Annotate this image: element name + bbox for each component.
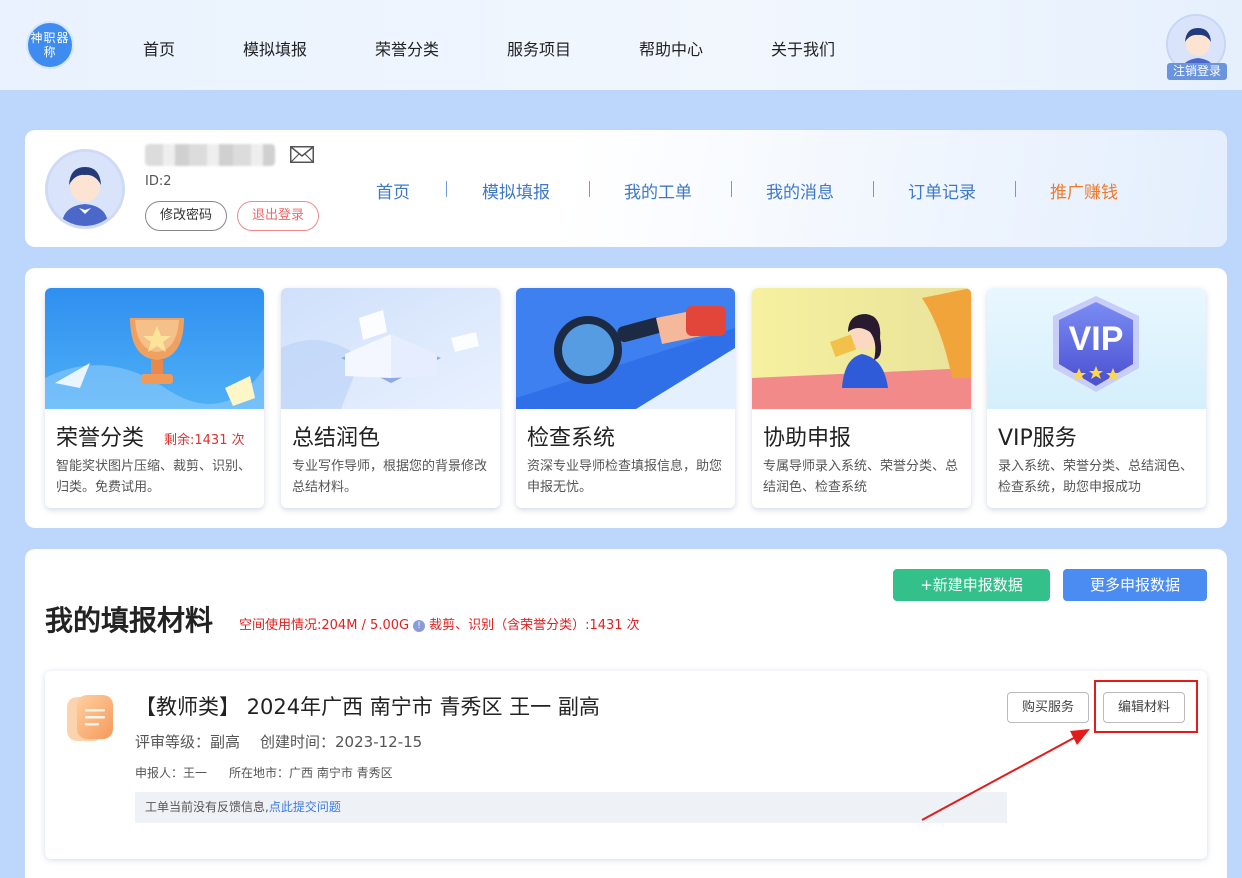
profile-avatar — [45, 149, 125, 229]
service-card-check[interactable]: 检查系统 资深专业导师检查填报信息，助您申报无忧。 — [516, 288, 735, 508]
service-desc: 资深专业导师检查填报信息，助您申报无忧。 — [527, 459, 723, 495]
service-title: 荣誉分类 — [56, 426, 145, 451]
profile-nav-promote[interactable]: 推广赚钱 — [1050, 178, 1118, 203]
top-nav-services[interactable]: 服务项目 — [507, 36, 571, 60]
new-report-button[interactable]: +新建申报数据 — [893, 569, 1050, 601]
nav-divider — [731, 181, 732, 197]
materials-title: 我的填报材料 — [45, 604, 214, 637]
top-nav-about[interactable]: 关于我们 — [771, 36, 835, 60]
logo[interactable]: 神职器称 — [26, 21, 74, 69]
top-navbar: 神职器称 首页 模拟填报 荣誉分类 服务项目 帮助中心 关于我们 注销登录 — [0, 0, 1242, 90]
buy-service-button[interactable]: 购买服务 — [1007, 692, 1089, 723]
trophy-illustration — [45, 288, 264, 409]
service-desc: 专属导师录入系统、荣誉分类、总结润色、检查系统 — [763, 459, 959, 495]
services-panel: 荣誉分类 剩余:1431 次 智能奖状图片压缩、裁剪、识别、归类。免费试用。 总… — [25, 268, 1227, 528]
vip-badge-icon: VIP — [987, 288, 1206, 409]
service-desc: 录入系统、荣誉分类、总结润色、检查系统，助您申报成功 — [998, 459, 1194, 495]
usage-extra: 裁剪、识别（含荣誉分类）:1431 次 — [429, 618, 640, 633]
service-title: 总结润色 — [292, 426, 381, 451]
nav-divider — [589, 181, 590, 197]
logout-tag[interactable]: 注销登录 — [1167, 63, 1227, 80]
service-desc: 智能奖状图片压缩、裁剪、识别、归类。免费试用。 — [56, 459, 252, 495]
applicant: 申报人：王一 — [135, 766, 208, 780]
material-meta: 评审等级：副高 创建时间：2023-12-15 — [135, 731, 422, 752]
created-time: 创建时间：2023-12-15 — [260, 733, 423, 751]
profile-nav-orders[interactable]: 订单记录 — [908, 178, 976, 203]
info-icon[interactable]: ! — [413, 619, 426, 632]
reading-girl-illustration — [752, 288, 971, 409]
usage-text: 空间使用情况:204M / 5.00G — [239, 618, 410, 633]
nav-divider — [446, 181, 447, 197]
storage-usage: 空间使用情况:204M / 5.00G! 裁剪、识别（含荣誉分类）:1431 次 — [239, 614, 640, 633]
book-illustration — [281, 288, 500, 409]
profile-nav-simulate[interactable]: 模拟填报 — [482, 178, 550, 203]
service-card-polish[interactable]: 总结润色 专业写作导师，根据您的背景修改总结材料。 — [281, 288, 500, 508]
profile-nav-messages[interactable]: 我的消息 — [766, 178, 834, 203]
service-card-assist[interactable]: 协助申报 专属导师录入系统、荣誉分类、总结润色、检查系统 — [752, 288, 971, 508]
top-nav-home[interactable]: 首页 — [143, 36, 175, 60]
top-nav-simulate[interactable]: 模拟填报 — [243, 36, 307, 60]
change-password-button[interactable]: 修改密码 — [145, 201, 227, 231]
more-reports-button[interactable]: 更多申报数据 — [1063, 569, 1207, 601]
magnifier-illustration — [516, 288, 735, 409]
edit-material-button[interactable]: 编辑材料 — [1103, 692, 1185, 723]
service-title: VIP服务 — [998, 426, 1077, 451]
feedback-bar: 工单当前没有反馈信息,点此提交问题 — [135, 792, 1007, 823]
material-title: 【教师类】 2024年广西 南宁市 青秀区 王一 副高 — [135, 695, 600, 719]
material-item: 【教师类】 2024年广西 南宁市 青秀区 王一 副高 评审等级：副高 创建时间：… — [45, 671, 1207, 859]
service-desc: 专业写作导师，根据您的背景修改总结材料。 — [292, 459, 488, 495]
profile-avatar-icon — [48, 152, 122, 226]
exit-login-button[interactable]: 退出登录 — [237, 201, 319, 231]
service-card-honor[interactable]: 荣誉分类 剩余:1431 次 智能奖状图片压缩、裁剪、识别、归类。免费试用。 — [45, 288, 264, 508]
profile-nav-workorders[interactable]: 我的工单 — [624, 178, 692, 203]
materials-panel: +新建申报数据 更多申报数据 我的填报材料 空间使用情况:204M / 5.00… — [25, 549, 1227, 878]
top-nav-help[interactable]: 帮助中心 — [639, 36, 703, 60]
mail-icon[interactable] — [290, 146, 314, 163]
nav-divider — [873, 181, 874, 197]
nav-divider — [1015, 181, 1016, 197]
service-title: 协助申报 — [763, 426, 852, 451]
feedback-text: 工单当前没有反馈信息, — [145, 800, 269, 814]
user-id: ID:2 — [145, 174, 172, 189]
profile-card: ID:2 修改密码 退出登录 首页 模拟填报 我的工单 我的消息 订单记录 推广… — [25, 130, 1227, 247]
document-icon — [67, 695, 113, 741]
material-sub: 申报人：王一 所在地市：广西 南宁市 青秀区 — [135, 764, 393, 781]
profile-nav-home[interactable]: 首页 — [376, 178, 410, 203]
remaining-count: 剩余:1431 次 — [164, 433, 245, 448]
username-blurred — [145, 144, 275, 166]
service-title: 检查系统 — [527, 426, 616, 451]
location: 所在地市：广西 南宁市 青秀区 — [229, 766, 393, 780]
top-nav-honor[interactable]: 荣誉分类 — [375, 36, 439, 60]
service-card-vip[interactable]: VIP VIP服务 录入系统、荣誉分类、总结润色、检查系统，助您申报成功 — [987, 288, 1206, 508]
submit-issue-link[interactable]: 点此提交问题 — [269, 800, 341, 814]
review-level: 评审等级：副高 — [135, 733, 241, 751]
svg-text:VIP: VIP — [1069, 320, 1124, 358]
